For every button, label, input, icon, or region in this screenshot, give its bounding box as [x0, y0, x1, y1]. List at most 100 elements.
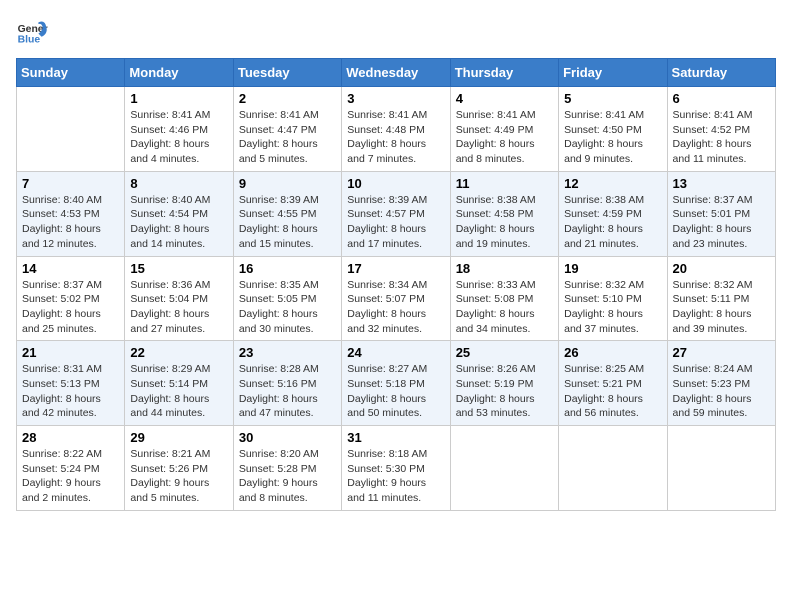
day-number: 9 [239, 176, 336, 191]
day-number: 8 [130, 176, 227, 191]
calendar-cell: 7 Sunrise: 8:40 AM Sunset: 4:53 PM Daylig… [17, 171, 125, 256]
day-number: 28 [22, 430, 119, 445]
day-number: 15 [130, 261, 227, 276]
day-number: 6 [673, 91, 770, 106]
day-info: Sunrise: 8:37 AM Sunset: 5:02 PM Dayligh… [22, 278, 119, 337]
week-row-4: 21 Sunrise: 8:31 AM Sunset: 5:13 PM Dayli… [17, 341, 776, 426]
week-row-5: 28 Sunrise: 8:22 AM Sunset: 5:24 PM Dayli… [17, 426, 776, 511]
day-info: Sunrise: 8:31 AM Sunset: 5:13 PM Dayligh… [22, 362, 119, 421]
calendar-cell: 21 Sunrise: 8:31 AM Sunset: 5:13 PM Dayli… [17, 341, 125, 426]
calendar-cell: 17 Sunrise: 8:34 AM Sunset: 5:07 PM Dayli… [342, 256, 450, 341]
calendar-cell: 19 Sunrise: 8:32 AM Sunset: 5:10 PM Dayli… [559, 256, 667, 341]
calendar-cell: 6Sunrise: 8:41 AM Sunset: 4:52 PM Daylig… [667, 87, 775, 172]
day-info: Sunrise: 8:41 AM Sunset: 4:47 PM Dayligh… [239, 108, 336, 167]
calendar-cell [450, 426, 558, 511]
day-number: 3 [347, 91, 444, 106]
calendar-cell: 12 Sunrise: 8:38 AM Sunset: 4:59 PM Dayli… [559, 171, 667, 256]
day-number: 25 [456, 345, 553, 360]
week-row-2: 7 Sunrise: 8:40 AM Sunset: 4:53 PM Daylig… [17, 171, 776, 256]
calendar-cell: 1 Sunrise: 8:41 AM Sunset: 4:46 PM Daylig… [125, 87, 233, 172]
calendar-cell: 10 Sunrise: 8:39 AM Sunset: 4:57 PM Dayli… [342, 171, 450, 256]
day-number: 31 [347, 430, 444, 445]
day-header-tuesday: Tuesday [233, 59, 341, 87]
day-number: 22 [130, 345, 227, 360]
calendar-cell: 29 Sunrise: 8:21 AM Sunset: 5:26 PM Dayli… [125, 426, 233, 511]
day-number: 24 [347, 345, 444, 360]
day-info: Sunrise: 8:34 AM Sunset: 5:07 PM Dayligh… [347, 278, 444, 337]
day-info: Sunrise: 8:21 AM Sunset: 5:26 PM Dayligh… [130, 447, 227, 506]
calendar-cell: 24Sunrise: 8:27 AM Sunset: 5:18 PM Dayli… [342, 341, 450, 426]
day-number: 7 [22, 176, 119, 191]
calendar-cell: 14 Sunrise: 8:37 AM Sunset: 5:02 PM Dayli… [17, 256, 125, 341]
day-info: Sunrise: 8:20 AM Sunset: 5:28 PM Dayligh… [239, 447, 336, 506]
week-row-3: 14 Sunrise: 8:37 AM Sunset: 5:02 PM Dayli… [17, 256, 776, 341]
day-header-sunday: Sunday [17, 59, 125, 87]
calendar-cell: 18 Sunrise: 8:33 AM Sunset: 5:08 PM Dayli… [450, 256, 558, 341]
week-row-1: 1 Sunrise: 8:41 AM Sunset: 4:46 PM Daylig… [17, 87, 776, 172]
day-number: 19 [564, 261, 661, 276]
calendar-cell: 25 Sunrise: 8:26 AM Sunset: 5:19 PM Dayli… [450, 341, 558, 426]
day-info: Sunrise: 8:41 AM Sunset: 4:46 PM Dayligh… [130, 108, 227, 167]
day-number: 29 [130, 430, 227, 445]
day-info: Sunrise: 8:32 AM Sunset: 5:11 PM Dayligh… [673, 278, 770, 337]
day-number: 4 [456, 91, 553, 106]
day-number: 30 [239, 430, 336, 445]
day-number: 14 [22, 261, 119, 276]
calendar-cell [17, 87, 125, 172]
day-number: 26 [564, 345, 661, 360]
day-number: 16 [239, 261, 336, 276]
day-header-wednesday: Wednesday [342, 59, 450, 87]
day-info: Sunrise: 8:41 AM Sunset: 4:49 PM Dayligh… [456, 108, 553, 167]
day-number: 20 [673, 261, 770, 276]
day-info: Sunrise: 8:39 AM Sunset: 4:57 PM Dayligh… [347, 193, 444, 252]
calendar-cell: 13Sunrise: 8:37 AM Sunset: 5:01 PM Dayli… [667, 171, 775, 256]
header: General Blue [16, 16, 776, 48]
day-info: Sunrise: 8:22 AM Sunset: 5:24 PM Dayligh… [22, 447, 119, 506]
day-info: Sunrise: 8:40 AM Sunset: 4:53 PM Dayligh… [22, 193, 119, 252]
calendar-cell: 28 Sunrise: 8:22 AM Sunset: 5:24 PM Dayli… [17, 426, 125, 511]
day-info: Sunrise: 8:24 AM Sunset: 5:23 PM Dayligh… [673, 362, 770, 421]
day-header-thursday: Thursday [450, 59, 558, 87]
calendar-cell: 8 Sunrise: 8:40 AM Sunset: 4:54 PM Daylig… [125, 171, 233, 256]
svg-text:Blue: Blue [18, 34, 41, 45]
calendar-cell [667, 426, 775, 511]
day-info: Sunrise: 8:36 AM Sunset: 5:04 PM Dayligh… [130, 278, 227, 337]
day-info: Sunrise: 8:26 AM Sunset: 5:19 PM Dayligh… [456, 362, 553, 421]
calendar-cell [559, 426, 667, 511]
calendar-cell: 20 Sunrise: 8:32 AM Sunset: 5:11 PM Dayli… [667, 256, 775, 341]
day-info: Sunrise: 8:28 AM Sunset: 5:16 PM Dayligh… [239, 362, 336, 421]
day-number: 12 [564, 176, 661, 191]
day-info: Sunrise: 8:25 AM Sunset: 5:21 PM Dayligh… [564, 362, 661, 421]
day-header-saturday: Saturday [667, 59, 775, 87]
day-number: 11 [456, 176, 553, 191]
day-number: 27 [673, 345, 770, 360]
calendar-cell: 9Sunrise: 8:39 AM Sunset: 4:55 PM Daylig… [233, 171, 341, 256]
day-info: Sunrise: 8:33 AM Sunset: 5:08 PM Dayligh… [456, 278, 553, 337]
day-number: 1 [130, 91, 227, 106]
day-header-monday: Monday [125, 59, 233, 87]
day-number: 10 [347, 176, 444, 191]
day-info: Sunrise: 8:38 AM Sunset: 4:58 PM Dayligh… [456, 193, 553, 252]
day-number: 13 [673, 176, 770, 191]
days-header-row: SundayMondayTuesdayWednesdayThursdayFrid… [17, 59, 776, 87]
day-number: 21 [22, 345, 119, 360]
day-number: 17 [347, 261, 444, 276]
day-info: Sunrise: 8:18 AM Sunset: 5:30 PM Dayligh… [347, 447, 444, 506]
day-info: Sunrise: 8:32 AM Sunset: 5:10 PM Dayligh… [564, 278, 661, 337]
calendar-cell: 26 Sunrise: 8:25 AM Sunset: 5:21 PM Dayli… [559, 341, 667, 426]
day-number: 23 [239, 345, 336, 360]
day-info: Sunrise: 8:35 AM Sunset: 5:05 PM Dayligh… [239, 278, 336, 337]
calendar-cell: 31 Sunrise: 8:18 AM Sunset: 5:30 PM Dayli… [342, 426, 450, 511]
calendar-cell: 16 Sunrise: 8:35 AM Sunset: 5:05 PM Dayli… [233, 256, 341, 341]
calendar-cell: 4 Sunrise: 8:41 AM Sunset: 4:49 PM Daylig… [450, 87, 558, 172]
day-info: Sunrise: 8:41 AM Sunset: 4:50 PM Dayligh… [564, 108, 661, 167]
calendar-cell: 15 Sunrise: 8:36 AM Sunset: 5:04 PM Dayli… [125, 256, 233, 341]
logo: General Blue [16, 16, 48, 48]
day-info: Sunrise: 8:40 AM Sunset: 4:54 PM Dayligh… [130, 193, 227, 252]
calendar-cell: 2Sunrise: 8:41 AM Sunset: 4:47 PM Daylig… [233, 87, 341, 172]
day-info: Sunrise: 8:29 AM Sunset: 5:14 PM Dayligh… [130, 362, 227, 421]
day-number: 18 [456, 261, 553, 276]
day-number: 5 [564, 91, 661, 106]
calendar-cell: 30 Sunrise: 8:20 AM Sunset: 5:28 PM Dayli… [233, 426, 341, 511]
day-info: Sunrise: 8:38 AM Sunset: 4:59 PM Dayligh… [564, 193, 661, 252]
